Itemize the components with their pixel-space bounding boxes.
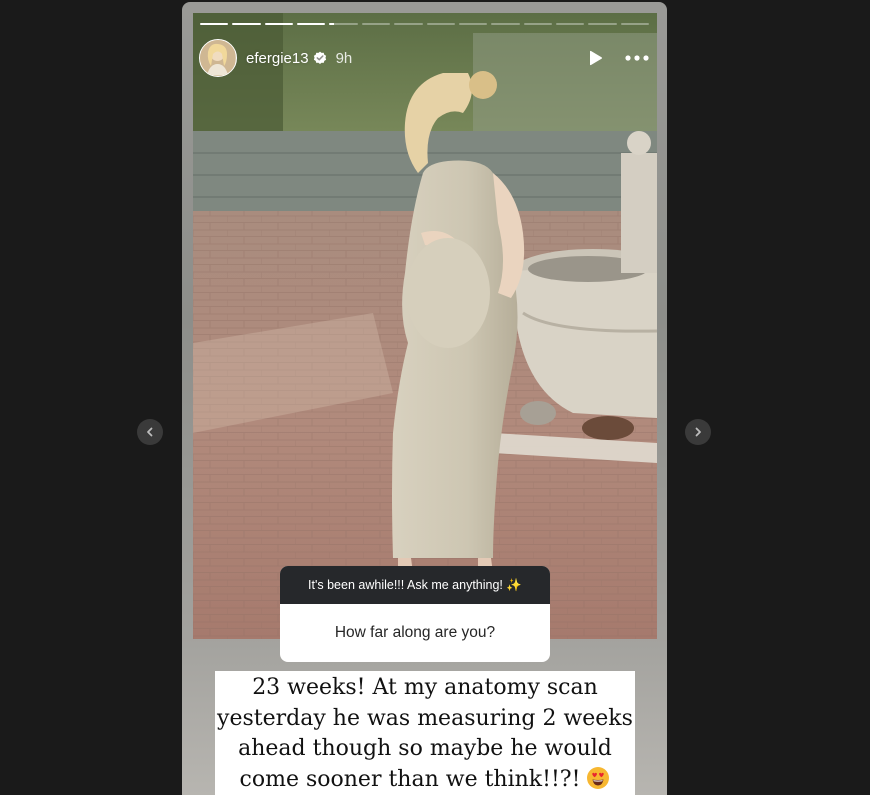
avatar[interactable]	[199, 39, 237, 77]
progress-segment	[232, 23, 261, 25]
verified-badge-icon	[313, 51, 326, 64]
progress-segment-fill	[232, 23, 261, 25]
progress-segment	[458, 23, 488, 25]
story-progress-bar	[200, 23, 650, 25]
question-sticker-question: How far along are you?	[334, 624, 496, 641]
answer-line: ahead though so maybe he would	[238, 736, 612, 761]
progress-segment	[329, 23, 358, 25]
answer-line: 23 weeks! At my anatomy scan	[252, 675, 598, 700]
chevron-left-icon	[147, 427, 153, 437]
answer-line-last: come sooner than we think!!?!	[215, 765, 635, 795]
progress-segment	[361, 23, 391, 25]
progress-segment-fill	[264, 23, 294, 25]
progress-segment	[394, 23, 423, 25]
heart-eyes-emoji-icon	[587, 766, 610, 789]
story-actions	[583, 46, 649, 70]
progress-segment	[491, 23, 520, 25]
progress-segment	[264, 23, 294, 25]
story-card[interactable]: efergie13 9h It's been awhile!!! Ask me …	[182, 2, 667, 795]
progress-segment	[620, 23, 650, 25]
progress-segment-fill	[329, 23, 334, 25]
progress-segment-fill	[297, 23, 326, 25]
progress-segment	[588, 23, 617, 25]
answer-line: come sooner than we think!!?!	[239, 766, 581, 792]
question-sticker[interactable]: It's been awhile!!! Ask me anything! ✨ H…	[280, 566, 550, 662]
more-options-icon	[625, 55, 649, 61]
answer-line: yesterday he was measuring 2 weeks	[217, 705, 633, 731]
story-timestamp: 9h	[335, 49, 353, 67]
username[interactable]: efergie13	[246, 50, 309, 67]
previous-story-button[interactable]	[137, 419, 163, 445]
progress-segment	[555, 23, 585, 25]
progress-segment	[523, 23, 552, 25]
question-sticker-prompt: It's been awhile!!! Ask me anything! ✨	[280, 566, 550, 604]
play-button[interactable]	[583, 46, 607, 70]
next-story-button[interactable]	[685, 419, 711, 445]
progress-segment	[426, 23, 455, 25]
progress-segment	[297, 23, 326, 25]
story-viewer: efergie13 9h It's been awhile!!! Ask me …	[0, 0, 870, 795]
progress-segment	[200, 23, 229, 25]
story-photo	[193, 13, 657, 639]
progress-segment-fill	[200, 23, 229, 25]
answer-text-box: 23 weeks! At my anatomy scan yesterday h…	[215, 671, 635, 795]
play-icon	[590, 50, 602, 66]
story-header: efergie13 9h	[199, 38, 649, 78]
more-options-button[interactable]	[625, 46, 649, 70]
chevron-right-icon	[695, 427, 701, 437]
